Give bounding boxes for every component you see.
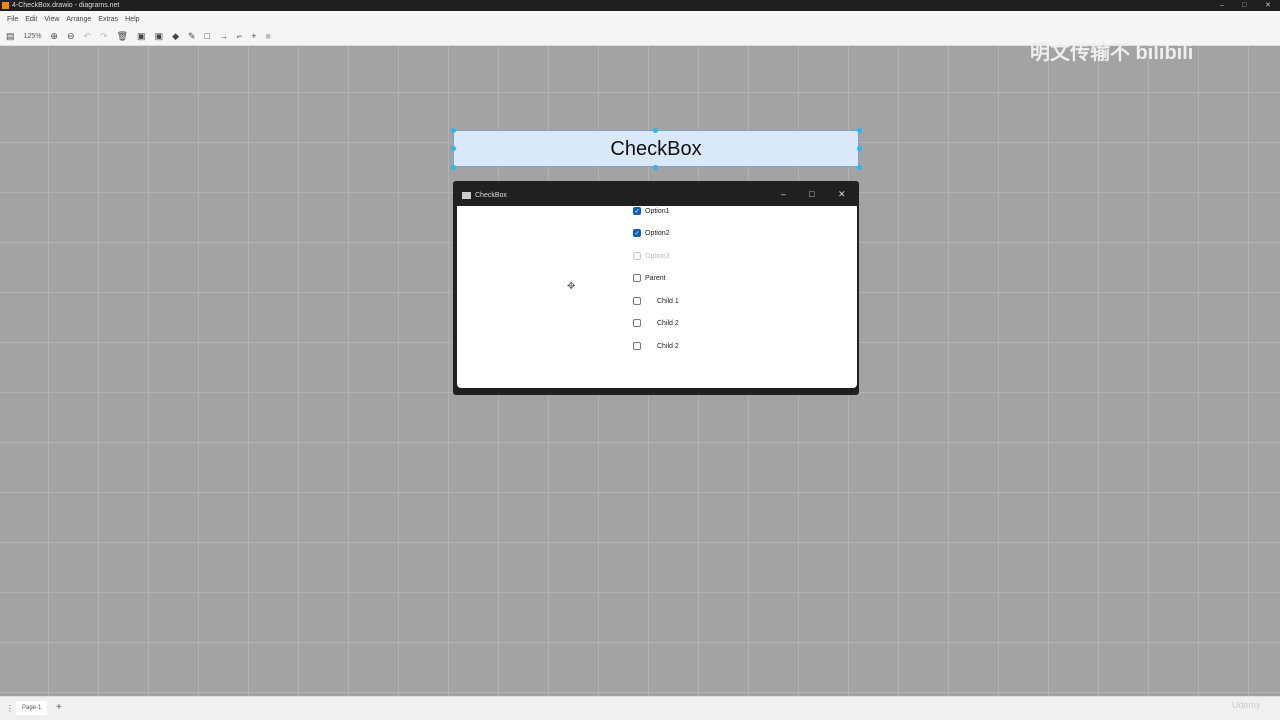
resize-handle[interactable] — [857, 146, 862, 151]
window-title: 4-CheckBox.drawio - diagrams.net — [12, 2, 120, 9]
checkbox-label: Child 2 — [657, 319, 679, 327]
window-icon — [462, 192, 471, 199]
to-back-icon[interactable]: ▣ — [155, 31, 164, 42]
checkbox-window-image[interactable]: CheckBox – □ ✕ ✥ ✓ Option1 ✓ Option2 Optio… — [453, 181, 859, 395]
connection-icon[interactable]: → — [219, 31, 228, 41]
format-panel-icon[interactable]: ▤ — [6, 31, 15, 42]
shadow-icon[interactable]: □ — [205, 31, 210, 41]
app-window-title: CheckBox — [475, 192, 507, 199]
maximize-button[interactable]: □ — [1242, 0, 1246, 11]
resize-handle[interactable] — [451, 146, 456, 151]
checked-icon: ✓ — [633, 207, 641, 215]
resize-handle[interactable] — [451, 128, 456, 133]
drawio-icon — [2, 2, 9, 9]
close-button[interactable]: ✕ — [1265, 0, 1271, 11]
checkbox-title-shape[interactable]: CheckBox — [453, 130, 859, 167]
maximize-icon: □ — [809, 189, 815, 199]
menu-view[interactable]: View — [44, 16, 59, 23]
delete-icon[interactable]: 🗑 — [117, 31, 128, 42]
checkbox-parent[interactable]: Parent — [633, 274, 666, 282]
page-tab[interactable]: Page-1 — [16, 701, 48, 715]
watermark: 明文传输不 bilibili — [1030, 42, 1194, 64]
checkbox-label: Option2 — [645, 229, 670, 237]
table-icon[interactable]: ■ — [266, 31, 271, 41]
window-client: ✥ ✓ Option1 ✓ Option2 Option3 Parent Child… — [457, 206, 857, 388]
menu-extras[interactable]: Extras — [98, 16, 118, 23]
checkbox-option2[interactable]: ✓ Option2 — [633, 229, 670, 237]
redo-icon[interactable]: ↷ — [100, 31, 108, 42]
insert-icon[interactable]: + — [251, 31, 256, 41]
line-color-icon[interactable]: ✎ — [188, 31, 196, 42]
menu-bar: File Edit View Arrange Extras Help — [0, 11, 1280, 27]
checkbox-label: Option1 — [645, 207, 670, 215]
undo-icon[interactable]: ↶ — [84, 31, 92, 42]
checkbox-label: Child 1 — [657, 297, 679, 305]
close-icon: ✕ — [838, 189, 846, 199]
waypoints-icon[interactable]: ⌐ — [237, 31, 242, 41]
menu-edit[interactable]: Edit — [25, 16, 37, 23]
unchecked-icon — [633, 319, 641, 327]
to-front-icon[interactable]: ▣ — [137, 31, 146, 42]
move-cursor-icon: ✥ — [567, 281, 576, 292]
unchecked-icon — [633, 252, 641, 260]
title-bar: 4-CheckBox.drawio - diagrams.net – □ ✕ — [0, 0, 1280, 11]
checkbox-label: Parent — [645, 274, 666, 282]
minimize-icon: – — [781, 189, 787, 199]
checkbox-label: Option3 — [645, 252, 670, 260]
checkbox-child-3[interactable]: Child 2 — [633, 342, 679, 350]
menu-file[interactable]: File — [7, 16, 18, 23]
zoom-out-icon[interactable]: ⊖ — [67, 31, 75, 42]
zoom-in-icon[interactable]: ⊕ — [50, 31, 58, 42]
page-bar: ⋮ Page-1 + Udemy — [0, 696, 1280, 720]
checkbox-child-1[interactable]: Child 1 — [633, 297, 679, 305]
checkbox-option1[interactable]: ✓ Option1 — [633, 207, 670, 215]
udemy-watermark: Udemy — [1232, 700, 1261, 710]
add-page-icon[interactable]: + — [56, 702, 62, 713]
checkbox-label: Child 2 — [657, 342, 679, 350]
checked-icon: ✓ — [633, 229, 641, 237]
minimize-button[interactable]: – — [1220, 0, 1224, 11]
checkbox-option3: Option3 — [633, 252, 670, 260]
menu-help[interactable]: Help — [125, 16, 139, 23]
unchecked-icon — [633, 297, 641, 305]
checkbox-child-2[interactable]: Child 2 — [633, 319, 679, 327]
resize-handle[interactable] — [653, 128, 658, 133]
menu-arrange[interactable]: Arrange — [66, 16, 91, 23]
resize-handle[interactable] — [857, 128, 862, 133]
fill-color-icon[interactable]: ◆ — [172, 31, 179, 42]
resize-handle[interactable] — [451, 165, 456, 170]
zoom-select[interactable]: 125% — [24, 33, 42, 40]
pages-menu-icon[interactable]: ⋮ — [6, 704, 14, 713]
unchecked-icon — [633, 342, 641, 350]
unchecked-icon — [633, 274, 641, 282]
resize-handle[interactable] — [857, 165, 862, 170]
resize-handle[interactable] — [653, 165, 658, 170]
